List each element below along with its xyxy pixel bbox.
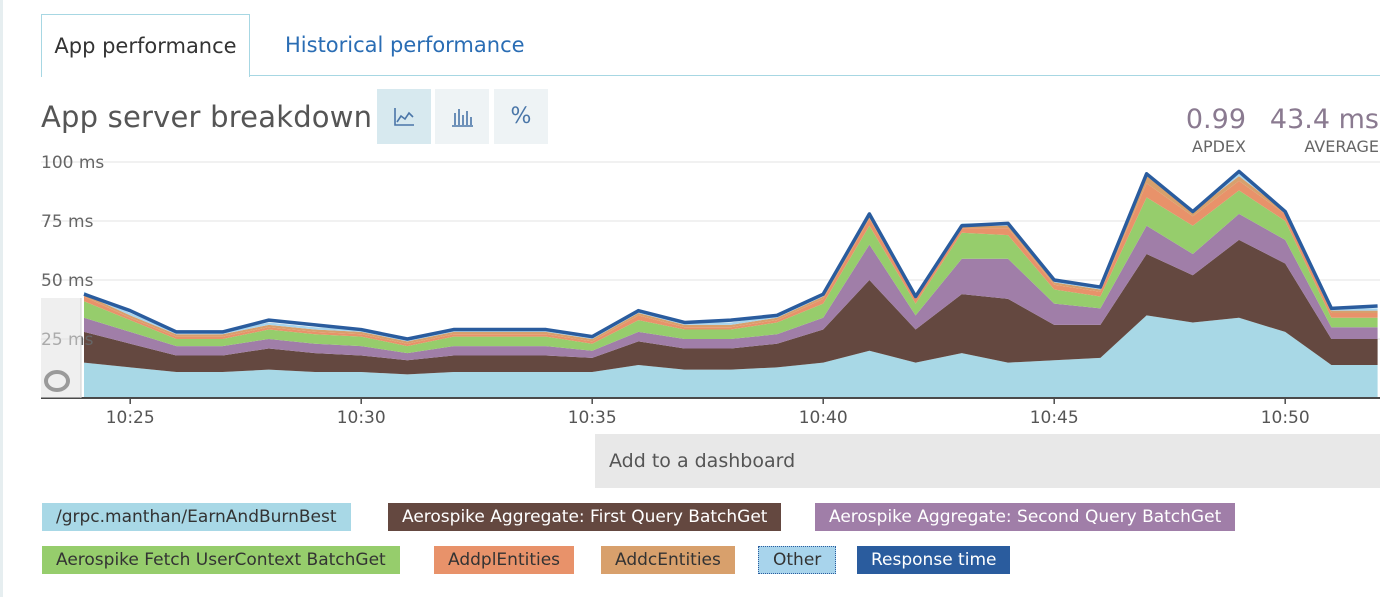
x-tick-label: 10:25 xyxy=(106,408,155,428)
legend-item-usercontext-batchget[interactable]: Aerospike Fetch UserContext BatchGet xyxy=(42,546,400,574)
bar-chart-toggle-button[interactable] xyxy=(435,89,489,144)
chart-title: App server breakdown xyxy=(41,100,373,134)
y-tick-label: 100 ms xyxy=(41,153,104,173)
x-tick-label: 10:50 xyxy=(1261,408,1310,428)
tab-bar: App performance Historical performance xyxy=(41,14,1380,77)
apdex-value: 0.99 xyxy=(1185,104,1246,135)
legend-item-addcentities[interactable]: AddcEntities xyxy=(601,546,735,574)
tab-historical-performance[interactable]: Historical performance xyxy=(285,14,525,76)
add-to-dashboard-button[interactable]: Add to a dashboard xyxy=(595,434,1380,488)
y-tick-label: 50 ms xyxy=(41,271,94,291)
y-tick-label: 75 ms xyxy=(41,212,94,232)
overlay-layer xyxy=(41,298,82,398)
legend-item-addplentities[interactable]: AddplEntities xyxy=(434,546,575,574)
legend-item-first-query-batchget[interactable]: Aerospike Aggregate: First Query BatchGe… xyxy=(388,503,782,531)
x-tick-label: 10:30 xyxy=(337,408,386,428)
x-tick-label: 10:35 xyxy=(568,408,617,428)
percent-toggle-button[interactable]: % xyxy=(494,89,548,144)
x-axis: 10:25 10:30 10:35 10:40 10:45 10:50 xyxy=(41,397,1380,428)
app-server-breakdown-chart: 100 ms75 ms50 ms25 ms 10:2510:3010:3510:… xyxy=(41,153,1380,428)
area-chart-icon xyxy=(394,107,414,126)
area-chart-toggle-button[interactable] xyxy=(377,89,431,144)
legend-item-earnandburnbest[interactable]: /grpc.manthan/EarnAndBurnBest xyxy=(42,503,351,531)
x-tick-label: 10:40 xyxy=(799,408,848,428)
x-tick-label: 10:45 xyxy=(1030,408,1079,428)
percent-icon: % xyxy=(510,104,532,129)
tab-app-performance[interactable]: App performance xyxy=(41,14,250,77)
bar-chart-icon xyxy=(452,108,473,127)
legend-item-second-query-batchget[interactable]: Aerospike Aggregate: Second Query BatchG… xyxy=(815,503,1236,531)
area-layer xyxy=(84,173,1378,398)
legend-item-other[interactable]: Other xyxy=(758,546,837,574)
legend-item-response-time[interactable]: Response time xyxy=(857,546,1011,574)
average-value: 43.4 ms xyxy=(1269,104,1379,135)
